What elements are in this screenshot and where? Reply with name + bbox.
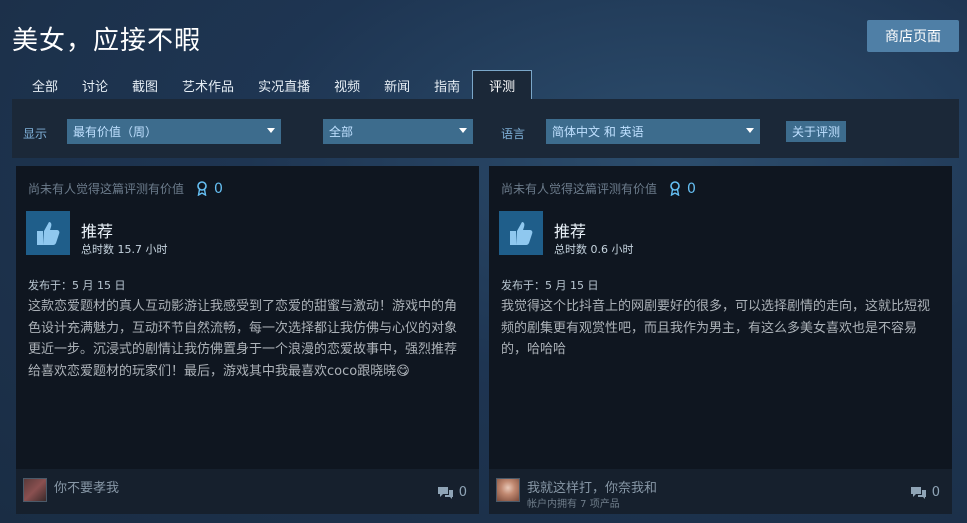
- avatar[interactable]: [23, 478, 47, 502]
- tab-bar: 全部 讨论 截图 艺术作品 实况直播 视频 新闻 指南 评测: [20, 70, 533, 100]
- recommendation-title: 推荐: [81, 222, 114, 241]
- thumbs-up-icon: [499, 211, 543, 255]
- award-button[interactable]: 0: [669, 181, 696, 197]
- review-text: 我觉得这个比抖音上的网剧要好的很多，可以选择剧情的走向，这就比短视频的剧集更有观…: [501, 299, 931, 357]
- page-title: 美女，应接不暇: [12, 26, 202, 56]
- sort-select-value: 最有价值（周）: [73, 125, 158, 139]
- comments-button[interactable]: 0: [910, 485, 940, 500]
- comment-count: 0: [931, 485, 940, 500]
- comments-button[interactable]: 0: [437, 485, 467, 500]
- helpful-text: 尚未有人觉得这篇评测有价值: [28, 182, 185, 196]
- type-select-value: 全部: [329, 125, 354, 139]
- tab-artwork[interactable]: 艺术作品: [170, 70, 246, 100]
- recommendation-title: 推荐: [554, 222, 587, 241]
- language-label: 语言: [501, 127, 526, 141]
- author-name[interactable]: 你不要孝我: [54, 477, 119, 496]
- review-card: 尚未有人觉得这篇评测有价值 0 推荐 总时数 0.6 小时 发布于：5 月 15…: [489, 166, 952, 514]
- posted-date: 发布于：5 月 15 日: [28, 279, 126, 292]
- type-select[interactable]: 全部: [323, 119, 473, 144]
- tab-videos[interactable]: 视频: [322, 70, 372, 100]
- author-name[interactable]: 我就这样打，你奈我和: [527, 477, 657, 496]
- show-label: 显示: [23, 127, 48, 141]
- language-select-value: 简体中文 和 英语: [552, 125, 644, 139]
- hours-played: 总时数 15.7 小时: [81, 243, 168, 256]
- award-button[interactable]: 0: [196, 181, 223, 197]
- award-ribbon-icon: [197, 181, 207, 196]
- store-page-button[interactable]: 商店页面: [867, 20, 959, 52]
- helpful-summary: 尚未有人觉得这篇评测有价值 0: [28, 180, 223, 197]
- award-count: 0: [214, 180, 223, 197]
- comment-bubble-icon: [437, 486, 453, 499]
- review-footer: 你不要孝我 0: [16, 469, 479, 514]
- review-footer: 我就这样打，你奈我和 帐户内拥有 7 项产品 0: [489, 469, 952, 514]
- review-card: 尚未有人觉得这篇评测有价值 0 推荐 总时数 15.7 小时 发布于：5 月 1…: [16, 166, 479, 514]
- tab-guides[interactable]: 指南: [422, 70, 472, 100]
- avatar[interactable]: [496, 478, 520, 502]
- award-ribbon-icon: [670, 181, 680, 196]
- caret-down-icon: [746, 128, 754, 133]
- helpful-summary: 尚未有人觉得这篇评测有价值 0: [501, 180, 696, 197]
- caret-down-icon: [459, 128, 467, 133]
- comment-bubble-icon: [910, 486, 926, 499]
- tab-discussions[interactable]: 讨论: [70, 70, 120, 100]
- tab-all[interactable]: 全部: [20, 70, 70, 100]
- posted-date: 发布于：5 月 15 日: [501, 279, 599, 292]
- award-count: 0: [687, 180, 696, 197]
- helpful-text: 尚未有人觉得这篇评测有价值: [501, 182, 658, 196]
- comment-count: 0: [458, 485, 467, 500]
- tab-broadcasts[interactable]: 实况直播: [246, 70, 322, 100]
- author-owned-products: 帐户内拥有 7 项产品: [527, 499, 620, 510]
- hours-played: 总时数 0.6 小时: [554, 243, 634, 256]
- language-select[interactable]: 简体中文 和 英语: [546, 119, 760, 144]
- tab-news[interactable]: 新闻: [372, 70, 422, 100]
- review-text: 这款恋爱题材的真人互动影游让我感受到了恋爱的甜蜜与激动！游戏中的角色设计充满魅力…: [28, 299, 458, 379]
- thumbs-up-icon: [26, 211, 70, 255]
- about-reviews-button[interactable]: 关于评测: [786, 121, 846, 142]
- tab-screenshots[interactable]: 截图: [120, 70, 170, 100]
- sort-select[interactable]: 最有价值（周）: [67, 119, 281, 144]
- tab-reviews[interactable]: 评测: [472, 70, 533, 100]
- caret-down-icon: [267, 128, 275, 133]
